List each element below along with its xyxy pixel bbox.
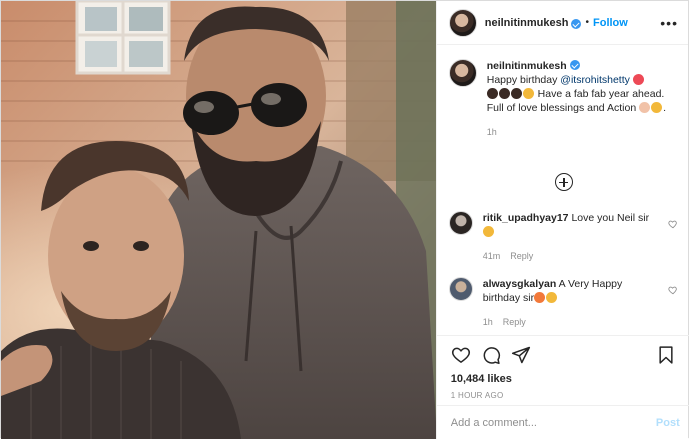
caption: neilnitinmukesh Happy birthday @itsrohit… bbox=[448, 59, 678, 139]
clapper-emoji-icon bbox=[498, 88, 510, 99]
comments-section: neilnitinmukesh Happy birthday @itsrohit… bbox=[437, 45, 689, 335]
post-header: neilnitinmukesh • Follow ••• bbox=[436, 1, 688, 45]
comment-time[interactable]: 41m bbox=[483, 251, 501, 261]
comment-meta: 1h Reply bbox=[483, 315, 653, 329]
hug-emoji-icon bbox=[651, 102, 663, 113]
add-comment-bar: Post bbox=[436, 405, 689, 439]
comment-time[interactable]: 1h bbox=[483, 317, 493, 327]
action-bar bbox=[451, 344, 676, 366]
caption-mention-link[interactable]: @itsrohitshetty bbox=[560, 74, 630, 86]
red-heart-emoji-icon bbox=[632, 74, 644, 85]
caption-body: neilnitinmukesh Happy birthday @itsrohit… bbox=[486, 59, 667, 139]
post-actions-section: 10,484 likes 1 HOUR AGO bbox=[436, 335, 689, 405]
commenter-avatar[interactable] bbox=[448, 211, 473, 235]
clapper-emoji-icon bbox=[510, 88, 522, 99]
likes-count[interactable]: 10,484 likes bbox=[451, 373, 676, 385]
ok-hand-emoji-icon bbox=[482, 226, 494, 237]
comment-body: ritik_upadhyay17 Love you Neil sir 41m Re… bbox=[482, 211, 653, 263]
comment-item: alwaysgkalyan A Very Happy birthday sir … bbox=[448, 277, 678, 329]
post-comment-button[interactable]: Post bbox=[656, 417, 680, 429]
comment-text: Love you Neil sir bbox=[571, 212, 650, 224]
verified-badge-icon bbox=[569, 60, 580, 70]
comment-body: alwaysgkalyan A Very Happy birthday sir … bbox=[483, 277, 653, 329]
post-photo[interactable] bbox=[1, 1, 436, 439]
hug-emoji-icon bbox=[522, 88, 534, 99]
comment-bubble-icon[interactable] bbox=[481, 345, 501, 365]
clapper-emoji-icon bbox=[486, 88, 498, 99]
comment-meta: 41m Reply bbox=[483, 249, 653, 263]
post-photo-image bbox=[1, 1, 436, 439]
instagram-post: neilnitinmukesh • Follow ••• neilnitinmu… bbox=[0, 0, 689, 439]
like-heart-icon[interactable] bbox=[451, 345, 471, 365]
more-options-icon[interactable]: ••• bbox=[660, 15, 678, 31]
post-timestamp[interactable]: 1 HOUR AGO bbox=[451, 391, 676, 400]
fist-emoji-icon bbox=[639, 102, 651, 113]
reply-button[interactable]: Reply bbox=[510, 251, 533, 261]
caption-username[interactable]: neilnitinmukesh bbox=[487, 60, 567, 72]
fire-emoji-icon bbox=[534, 292, 546, 303]
comment-username[interactable]: alwaysgkalyan bbox=[483, 278, 557, 290]
save-bookmark-icon[interactable] bbox=[656, 345, 676, 365]
clap-emoji-icon bbox=[546, 292, 558, 303]
verified-badge-icon bbox=[571, 18, 582, 29]
commenter-avatar[interactable] bbox=[448, 277, 473, 301]
share-send-icon[interactable] bbox=[511, 345, 531, 365]
author-username[interactable]: neilnitinmukesh bbox=[485, 17, 569, 29]
reply-button[interactable]: Reply bbox=[503, 317, 526, 327]
comment-item: ritik_upadhyay17 Love you Neil sir 41m Re… bbox=[448, 211, 678, 263]
caption-time[interactable]: 1h bbox=[487, 127, 497, 137]
like-comment-heart-icon[interactable] bbox=[668, 285, 678, 295]
separator-dot: • bbox=[585, 17, 589, 28]
like-comment-heart-icon[interactable] bbox=[668, 219, 678, 229]
caption-avatar[interactable] bbox=[448, 59, 477, 87]
post-side-panel: neilnitinmukesh • Follow ••• neilnitinmu… bbox=[435, 1, 689, 439]
load-more-comments-icon[interactable] bbox=[554, 173, 573, 191]
caption-meta: 1h bbox=[487, 125, 667, 139]
comment-input[interactable] bbox=[450, 416, 641, 429]
caption-text-end: . bbox=[663, 102, 666, 114]
caption-text-start: Happy birthday bbox=[486, 74, 558, 86]
follow-button[interactable]: Follow bbox=[593, 17, 628, 29]
comment-username[interactable]: ritik_upadhyay17 bbox=[483, 212, 569, 224]
author-avatar[interactable] bbox=[448, 8, 477, 37]
